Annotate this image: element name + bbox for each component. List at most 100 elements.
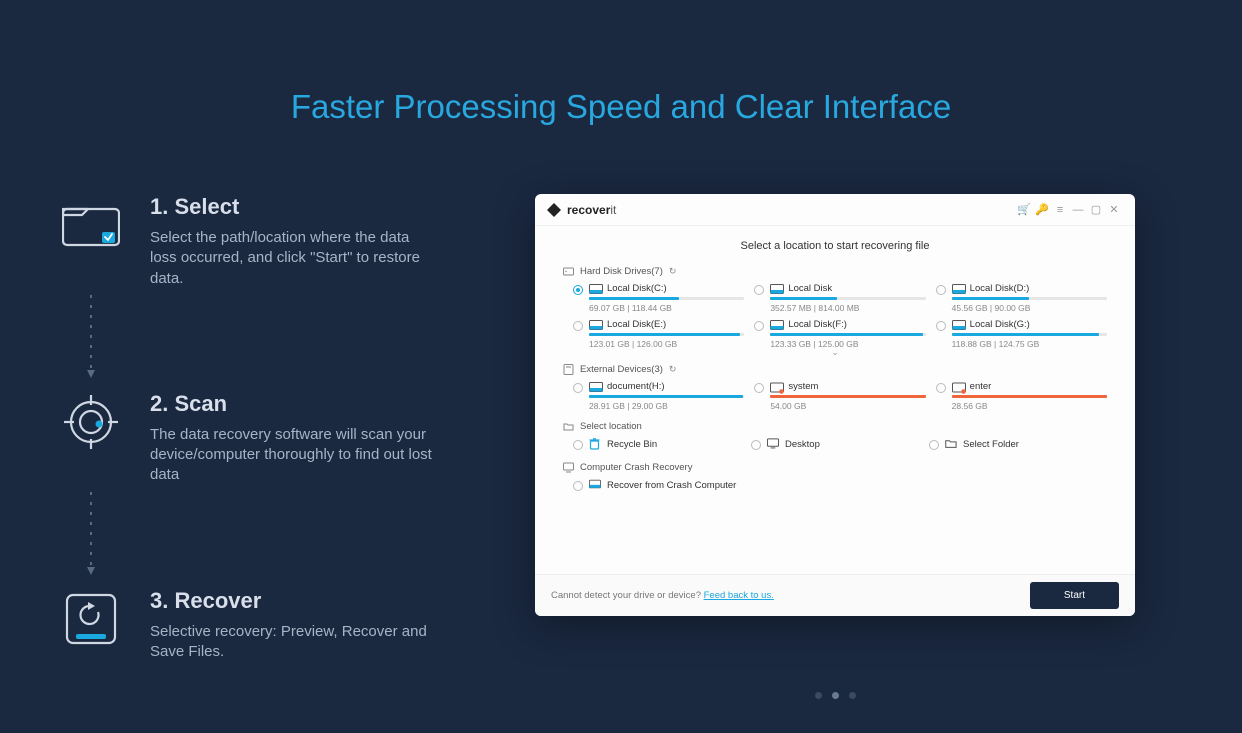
radio[interactable]	[936, 285, 946, 295]
carousel-dot[interactable]	[815, 692, 822, 699]
folder-icon	[945, 438, 957, 450]
ext-grid: document(H:) 28.91 GB | 29.00 GB system …	[573, 381, 1107, 411]
radio[interactable]	[573, 285, 583, 295]
brand-text: recover	[567, 203, 610, 217]
usage-bar	[589, 297, 744, 300]
start-button[interactable]: Start	[1030, 582, 1119, 609]
radio[interactable]	[573, 440, 583, 450]
crash-grid: Recover from Crash Computer	[573, 479, 1107, 491]
maximize-icon[interactable]: ▢	[1087, 203, 1105, 216]
step-recover: 3. Recover Selective recovery: Preview, …	[60, 588, 460, 663]
step-scan: 2. Scan The data recovery software will …	[60, 391, 460, 486]
app-footer: Cannot detect your drive or device? Feed…	[535, 574, 1135, 616]
disk-icon	[770, 284, 784, 294]
drive-item[interactable]: Local Disk(E:) 123.01 GB | 126.00 GB	[573, 319, 744, 349]
section-label: Computer Crash Recovery	[580, 462, 692, 473]
refresh-icon[interactable]: ↻	[669, 364, 677, 375]
radio[interactable]	[573, 321, 583, 331]
drive-label: Local Disk	[788, 283, 832, 294]
location-item[interactable]: Desktop	[751, 438, 929, 450]
cart-icon[interactable]: 🛒	[1015, 203, 1033, 216]
radio[interactable]	[573, 383, 583, 393]
radio[interactable]	[754, 321, 764, 331]
location-label: Recycle Bin	[607, 439, 657, 450]
minimize-icon[interactable]: —	[1069, 204, 1087, 216]
location-label: Select Folder	[963, 439, 1019, 450]
page-title: Faster Processing Speed and Clear Interf…	[0, 0, 1242, 126]
app-window: recoverit 🛒 🔑 ≡ — ▢ ✕ Select a location …	[535, 194, 1135, 616]
drive-item[interactable]: Local Disk(D:) 45.56 GB | 90.00 GB	[936, 283, 1107, 313]
loc-grid: Recycle Bin Desktop Select Folder	[573, 438, 1107, 450]
disk-icon	[952, 284, 966, 294]
drive-stats: 45.56 GB | 90.00 GB	[952, 303, 1107, 313]
drive-stats: 123.01 GB | 126.00 GB	[589, 339, 744, 349]
section-label: Hard Disk Drives(7)	[580, 266, 663, 277]
usage-bar	[952, 297, 1107, 300]
menu-icon[interactable]: ≡	[1051, 204, 1069, 216]
radio[interactable]	[936, 383, 946, 393]
usage-bar	[770, 395, 925, 398]
usage-bar	[952, 333, 1107, 336]
step-title: 1. Select	[150, 194, 440, 220]
location-item[interactable]: Recycle Bin	[573, 438, 751, 450]
radio[interactable]	[929, 440, 939, 450]
hdd-grid: Local Disk(C:) 69.07 GB | 118.44 GB Loca…	[573, 283, 1107, 349]
section-hdd: Hard Disk Drives(7) ↻	[563, 266, 1107, 277]
desktop-icon	[767, 438, 779, 450]
titlebar: recoverit 🛒 🔑 ≡ — ▢ ✕	[535, 194, 1135, 226]
section-label: Select location	[580, 421, 642, 432]
carousel-dot[interactable]	[832, 692, 839, 699]
refresh-icon[interactable]: ↻	[669, 266, 677, 277]
drive-stats: 54.00 GB	[770, 401, 925, 411]
drive-label: document(H:)	[607, 381, 665, 392]
drive-stats: 123.33 GB | 125.00 GB	[770, 339, 925, 349]
disk-icon	[589, 479, 601, 491]
connector	[60, 492, 122, 582]
drive-item[interactable]: enter 28.56 GB	[936, 381, 1107, 411]
drive-item[interactable]: Local Disk 352.57 MB | 814.00 MB	[754, 283, 925, 313]
feedback-link[interactable]: Feed back to us.	[704, 590, 774, 601]
drive-label: Local Disk(G:)	[970, 319, 1030, 330]
drive-stats: 352.57 MB | 814.00 MB	[770, 303, 925, 313]
section-label: External Devices(3)	[580, 364, 663, 375]
carousel-dot[interactable]	[849, 692, 856, 699]
folder-section-icon	[563, 421, 574, 432]
recover-icon	[60, 588, 122, 650]
disk-icon	[589, 320, 603, 330]
target-icon	[60, 391, 122, 453]
radio[interactable]	[754, 383, 764, 393]
drive-stats: 118.88 GB | 124.75 GB	[952, 339, 1107, 349]
connector	[60, 295, 122, 385]
drive-item[interactable]: Local Disk(G:) 118.88 GB | 124.75 GB	[936, 319, 1107, 349]
carousel-dots	[535, 692, 1135, 699]
drive-label: Local Disk(D:)	[970, 283, 1030, 294]
crash-item-label: Recover from Crash Computer	[607, 480, 736, 491]
disk-icon	[770, 320, 784, 330]
drive-item[interactable]: system 54.00 GB	[754, 381, 925, 411]
radio[interactable]	[573, 481, 583, 491]
usage-bar	[589, 395, 744, 398]
drive-stats: 69.07 GB | 118.44 GB	[589, 303, 744, 313]
close-icon[interactable]: ✕	[1105, 203, 1123, 216]
location-label: Desktop	[785, 439, 820, 450]
drive-item[interactable]: Local Disk(C:) 69.07 GB | 118.44 GB	[573, 283, 744, 313]
location-item[interactable]: Select Folder	[929, 438, 1107, 450]
footnote: Cannot detect your drive or device? Feed…	[551, 590, 774, 601]
radio[interactable]	[754, 285, 764, 295]
drive-stats: 28.56 GB	[952, 401, 1107, 411]
hdd-section-icon	[563, 266, 574, 277]
key-icon[interactable]: 🔑	[1033, 203, 1051, 216]
drive-item[interactable]: Local Disk(F:) 123.33 GB | 125.00 GB	[754, 319, 925, 349]
radio[interactable]	[936, 321, 946, 331]
crash-item[interactable]: Recover from Crash Computer	[573, 479, 751, 491]
disk-icon	[589, 284, 603, 294]
step-title: 2. Scan	[150, 391, 440, 417]
usage-bar	[589, 333, 744, 336]
drive-label: Local Disk(F:)	[788, 319, 847, 330]
drive-item[interactable]: document(H:) 28.91 GB | 29.00 GB	[573, 381, 744, 411]
radio[interactable]	[751, 440, 761, 450]
drive-label: system	[788, 381, 818, 392]
step-title: 3. Recover	[150, 588, 440, 614]
step-desc: Select the path/location where the data …	[150, 228, 440, 289]
usage-bar	[770, 297, 925, 300]
